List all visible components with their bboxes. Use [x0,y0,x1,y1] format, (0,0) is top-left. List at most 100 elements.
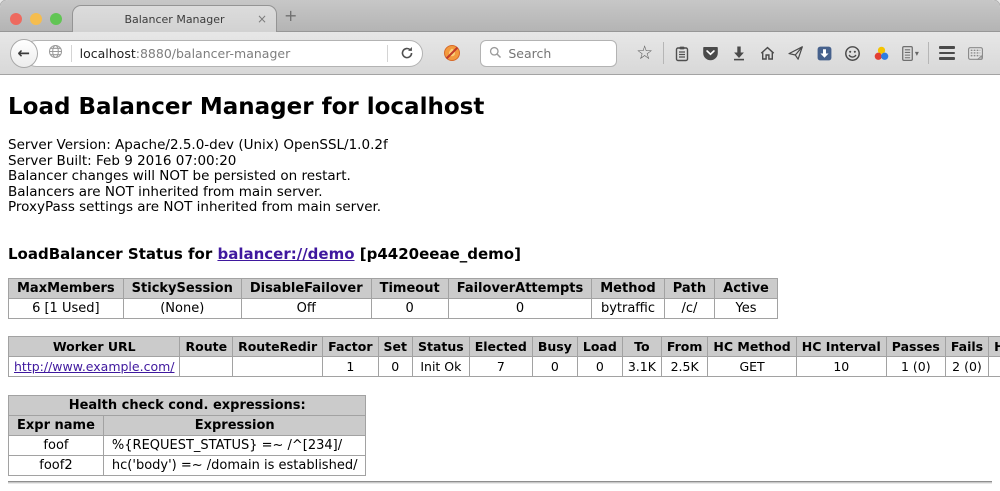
close-window-button[interactable] [10,13,22,25]
send-icon[interactable] [782,45,810,61]
pocket-icon[interactable] [696,45,724,61]
col-hc-interval: HC Interval [796,336,886,356]
reading-list-icon[interactable] [668,45,696,62]
cell-path: /c/ [664,298,714,318]
url-path: :8880/balancer-manager [136,46,290,61]
cell-worker-url: http://www.example.com/ [9,356,180,376]
col-expr-name: Expr name [9,415,104,435]
col-elected: Elected [469,336,532,356]
tab-bar: Balancer Manager × + [0,0,1000,32]
inherit-note-line: Balancers are NOT inherited from main se… [8,185,992,201]
server-info: Server Version: Apache/2.5.0-dev (Unix) … [8,138,992,216]
cell-timeout: 0 [371,298,448,318]
table-row: foof2 hc('body') =~ /domain is establish… [9,455,366,475]
col-busy: Busy [532,336,577,356]
cell-expr-name: foof2 [9,455,104,475]
table-header-row: Expr name Expression [9,415,366,435]
cell-status: Init Ok [413,356,470,376]
cell-fails: 2 (0) [945,356,988,376]
col-worker-url: Worker URL [9,336,180,356]
bookmark-star-icon[interactable]: ☆ [630,43,658,63]
home-icon[interactable] [753,45,781,61]
colorful-extension-icon[interactable] [867,45,895,62]
cell-hc-method: GET [708,356,796,376]
cell-factor: 1 [323,356,378,376]
table-title-row: Health check cond. expressions: [9,395,366,415]
video-download-icon[interactable] [810,45,838,62]
bottom-divider [8,481,992,484]
tab-balancer-manager[interactable]: Balancer Manager × [72,5,277,32]
url-domain: localhost [80,46,136,61]
page-title: Load Balancer Manager for localhost [8,75,992,120]
cell-load: 0 [577,356,622,376]
cell-hc-uri [989,356,1000,376]
url-input[interactable]: localhost:8880/balancer-manager [80,46,379,61]
col-hc-method: HC Method [708,336,796,356]
col-path: Path [664,278,714,298]
col-from: From [661,336,708,356]
cell-routeredir [233,356,323,376]
chat-smiley-icon[interactable] [839,45,867,62]
keyboard-grid-icon[interactable] [962,45,990,62]
table-row: http://www.example.com/ 1 0 Init Ok 7 0 … [9,356,1000,376]
status-suffix: [p4420eeae_demo] [355,245,521,263]
url-bar[interactable]: localhost:8880/balancer-manager [23,40,423,67]
col-hc-uri: HC uri [989,336,1000,356]
cell-to: 3.1K [622,356,661,376]
status-prefix: LoadBalancer Status for [8,245,217,263]
cell-elected: 7 [469,356,532,376]
col-route: Route [180,336,233,356]
table-row: 6 [1 Used] (None) Off 0 0 bytraffic /c/ … [9,298,778,318]
col-timeout: Timeout [371,278,448,298]
globe-icon [48,44,63,63]
cell-disablefailover: Off [241,298,371,318]
cell-passes: 1 (0) [886,356,945,376]
col-maxmembers: MaxMembers [9,278,124,298]
cell-expr-name: foof [9,435,104,455]
col-load: Load [577,336,622,356]
loadbalancer-status-heading: LoadBalancer Status for balancer://demo … [8,245,992,263]
zoom-window-button[interactable] [50,13,62,25]
col-expression: Expression [103,415,366,435]
proxypass-note-line: ProxyPass settings are NOT inherited fro… [8,200,992,216]
col-set: Set [378,336,412,356]
menu-icon[interactable] [933,46,961,60]
health-table-title: Health check cond. expressions: [9,395,366,415]
col-stickysession: StickySession [123,278,241,298]
cell-expression: %{REQUEST_STATUS} =~ /^[234]/ [103,435,366,455]
balancer-demo-link[interactable]: balancer://demo [217,245,354,263]
browser-window: Balancer Manager × + ← localhost:8880/ba… [0,0,1000,491]
download-icon[interactable] [725,45,753,61]
col-failoverattempts: FailoverAttempts [448,278,592,298]
toolbar-separator [663,42,664,64]
addon-blocked-icon[interactable] [438,44,466,62]
search-bar[interactable] [480,40,617,67]
health-check-table: Health check cond. expressions: Expr nam… [8,395,366,476]
page-content: Load Balancer Manager for localhost Serv… [0,75,1000,491]
window-controls [10,13,62,25]
back-button[interactable]: ← [10,39,38,68]
minimize-window-button[interactable] [30,13,42,25]
cell-from: 2.5K [661,356,708,376]
cell-hc-interval: 10 [796,356,886,376]
col-factor: Factor [323,336,378,356]
new-tab-button[interactable]: + [284,6,297,25]
chevron-down-icon[interactable]: ▾ [915,49,919,58]
cell-busy: 0 [532,356,577,376]
search-input[interactable] [508,46,608,61]
url-separator [71,45,72,62]
cell-expression: hc('body') =~ /domain is established/ [103,455,366,475]
worker-url-link[interactable]: http://www.example.com/ [14,359,174,374]
reload-icon[interactable] [396,46,418,60]
cell-set: 0 [378,356,412,376]
cell-active: Yes [715,298,778,318]
tab-close-icon[interactable]: × [257,12,267,26]
col-method: Method [592,278,664,298]
cell-maxmembers: 6 [1 Used] [9,298,124,318]
cell-method: bytraffic [592,298,664,318]
persist-note-line: Balancer changes will NOT be persisted o… [8,169,992,185]
balancer-settings-table: MaxMembers StickySession DisableFailover… [8,278,778,319]
toolbar-separator2 [928,42,929,64]
col-disablefailover: DisableFailover [241,278,371,298]
sidebar-list-icon[interactable]: ▾ [896,45,924,62]
